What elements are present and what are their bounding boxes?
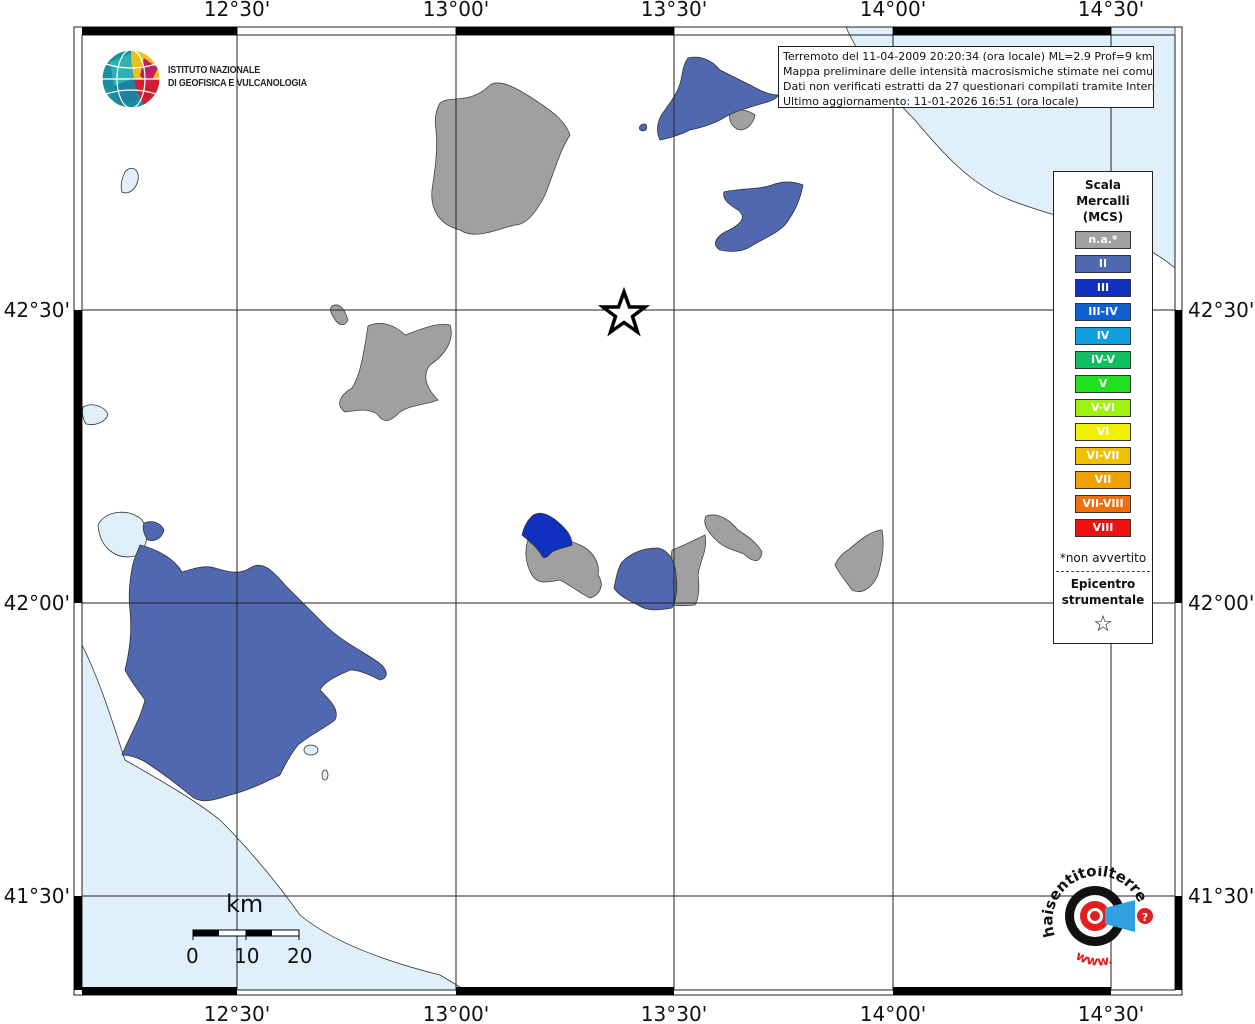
legend-swatch: V	[1075, 375, 1131, 393]
legend-swatch: IV-V	[1075, 351, 1131, 369]
legend-swatch: V-VI	[1075, 399, 1131, 417]
event-info-box: Terremoto del 11-04-2009 20:20:34 (ora l…	[778, 46, 1154, 108]
ingv-logo-text: ISTITUTO NAZIONALE DI GEOFISICA E VULCAN…	[168, 64, 307, 90]
tick-top-2: 13°00'	[423, 0, 489, 21]
municipality-na-2	[339, 323, 452, 421]
municipality-na-3	[330, 304, 349, 326]
legend-epicenter-line1: Epicentro	[1070, 577, 1136, 591]
axis-top-labels: 12°30' 13°00' 13°30' 14°00' 14°30'	[204, 0, 1144, 21]
scale-label-20: 20	[287, 944, 313, 968]
haisentito-logo-www: www.	[1073, 948, 1115, 969]
legend-note: *non avvertito	[1059, 551, 1147, 565]
tick-top-5: 14°30'	[1078, 0, 1144, 21]
legend-title-line3: (MCS)	[1082, 210, 1124, 224]
tick-left-3: 41°30'	[4, 884, 70, 908]
scale-label-0: 0	[186, 944, 199, 968]
municipality-II-north	[657, 56, 779, 141]
tick-left-2: 42°00'	[4, 591, 70, 615]
legend-items: n.a.* II III III-IV IV IV-V V V-VI VI VI-VII VII VI…	[1054, 231, 1152, 537]
scale-bar-graphic	[192, 929, 300, 940]
info-line-2: Mappa preliminare delle intensità macros…	[783, 65, 1154, 78]
axis-left-labels: 42°30' 42°00' 41°30'	[4, 298, 70, 908]
tick-right-1: 42°30'	[1188, 298, 1254, 322]
axis-bottom-labels: 12°30' 13°00' 13°30' 14°00' 14°30'	[204, 1002, 1144, 1024]
scale-label-10: 10	[234, 944, 260, 968]
legend-swatch: III-IV	[1075, 303, 1131, 321]
tick-bottom-2: 13°00'	[423, 1002, 489, 1024]
municipality-na-7	[834, 529, 884, 592]
intensity-legend: Scala Mercalli (MCS) n.a.* II III III-IV IV I…	[1053, 171, 1153, 644]
tick-bottom-1: 12°30'	[204, 1002, 270, 1024]
municipality-II-small-n	[639, 123, 647, 132]
axis-right-labels: 42°30' 42°00' 41°30'	[1188, 298, 1254, 908]
lake-small-north	[120, 167, 139, 194]
legend-epicenter-label: Epicentro strumentale	[1054, 576, 1152, 608]
tick-top-4: 14°00'	[860, 0, 926, 21]
haisentitoilterremoto-logo: ? haisentitoilterremoto.it www.	[1027, 852, 1155, 976]
municipality-II-rome	[121, 544, 387, 802]
tick-right-3: 41°30'	[1188, 884, 1254, 908]
ingv-globe-icon	[101, 49, 161, 109]
svg-text:?: ?	[1142, 911, 1148, 924]
legend-swatch: VIII	[1075, 519, 1131, 537]
haisentito-target-icon: ? haisentitoilterremoto.it www.	[1027, 852, 1153, 970]
legend-swatch: II	[1075, 255, 1131, 273]
legend-swatch: VII	[1075, 471, 1131, 489]
legend-swatch: n.a.*	[1075, 231, 1131, 249]
ingv-logo-line1: ISTITUTO NAZIONALE	[168, 64, 260, 76]
legend-title-line2: Mercalli	[1076, 194, 1130, 208]
legend-swatch: III	[1075, 279, 1131, 297]
small-lake-2	[321, 769, 329, 781]
tick-top-3: 13°30'	[641, 0, 707, 21]
legend-separator	[1056, 571, 1150, 572]
legend-epicenter-line2: strumentale	[1061, 593, 1145, 607]
municipality-II-east	[715, 181, 804, 252]
scale-bar: km 0 10 20	[186, 890, 326, 970]
tick-bottom-5: 14°30'	[1078, 1002, 1144, 1024]
small-lake-1	[303, 744, 319, 756]
epicenter-star	[597, 286, 651, 337]
municipality-II-south	[613, 547, 678, 611]
tick-left-1: 42°30'	[4, 298, 70, 322]
tick-bottom-3: 13°30'	[641, 1002, 707, 1024]
ingv-logo-line2: DI GEOFISICA E VULCANOLOGIA	[168, 77, 307, 89]
info-line-3: Dati non verificati estratti da 27 quest…	[783, 80, 1154, 93]
legend-swatch: VI-VII	[1075, 447, 1131, 465]
legend-swatch: VII-VIII	[1075, 495, 1131, 513]
municipality-na-6	[704, 514, 763, 561]
ingv-logo: ISTITUTO NAZIONALE DI GEOFISICA E VULCAN…	[100, 48, 320, 110]
info-line-1: Terremoto del 11-04-2009 20:20:34 (ora l…	[783, 50, 1153, 63]
legend-star-icon: ☆	[1093, 612, 1113, 637]
legend-title-line1: Scala	[1084, 178, 1122, 192]
tick-bottom-4: 14°00'	[860, 1002, 926, 1024]
lake-small-west	[82, 404, 109, 425]
info-line-4: Ultimo aggiornamento: 11-01-2026 16:51 (…	[783, 95, 1079, 108]
scale-unit: km	[226, 890, 264, 918]
municipality-na-1	[431, 82, 571, 235]
legend-title: Scala Mercalli (MCS)	[1054, 177, 1152, 225]
tick-top-1: 12°30'	[204, 0, 270, 21]
tick-right-2: 42°00'	[1188, 591, 1254, 615]
municipality-II-small-w	[142, 521, 165, 541]
legend-swatch: VI	[1075, 423, 1131, 441]
legend-swatch: IV	[1075, 327, 1131, 345]
svg-text:www.: www.	[1073, 948, 1115, 969]
